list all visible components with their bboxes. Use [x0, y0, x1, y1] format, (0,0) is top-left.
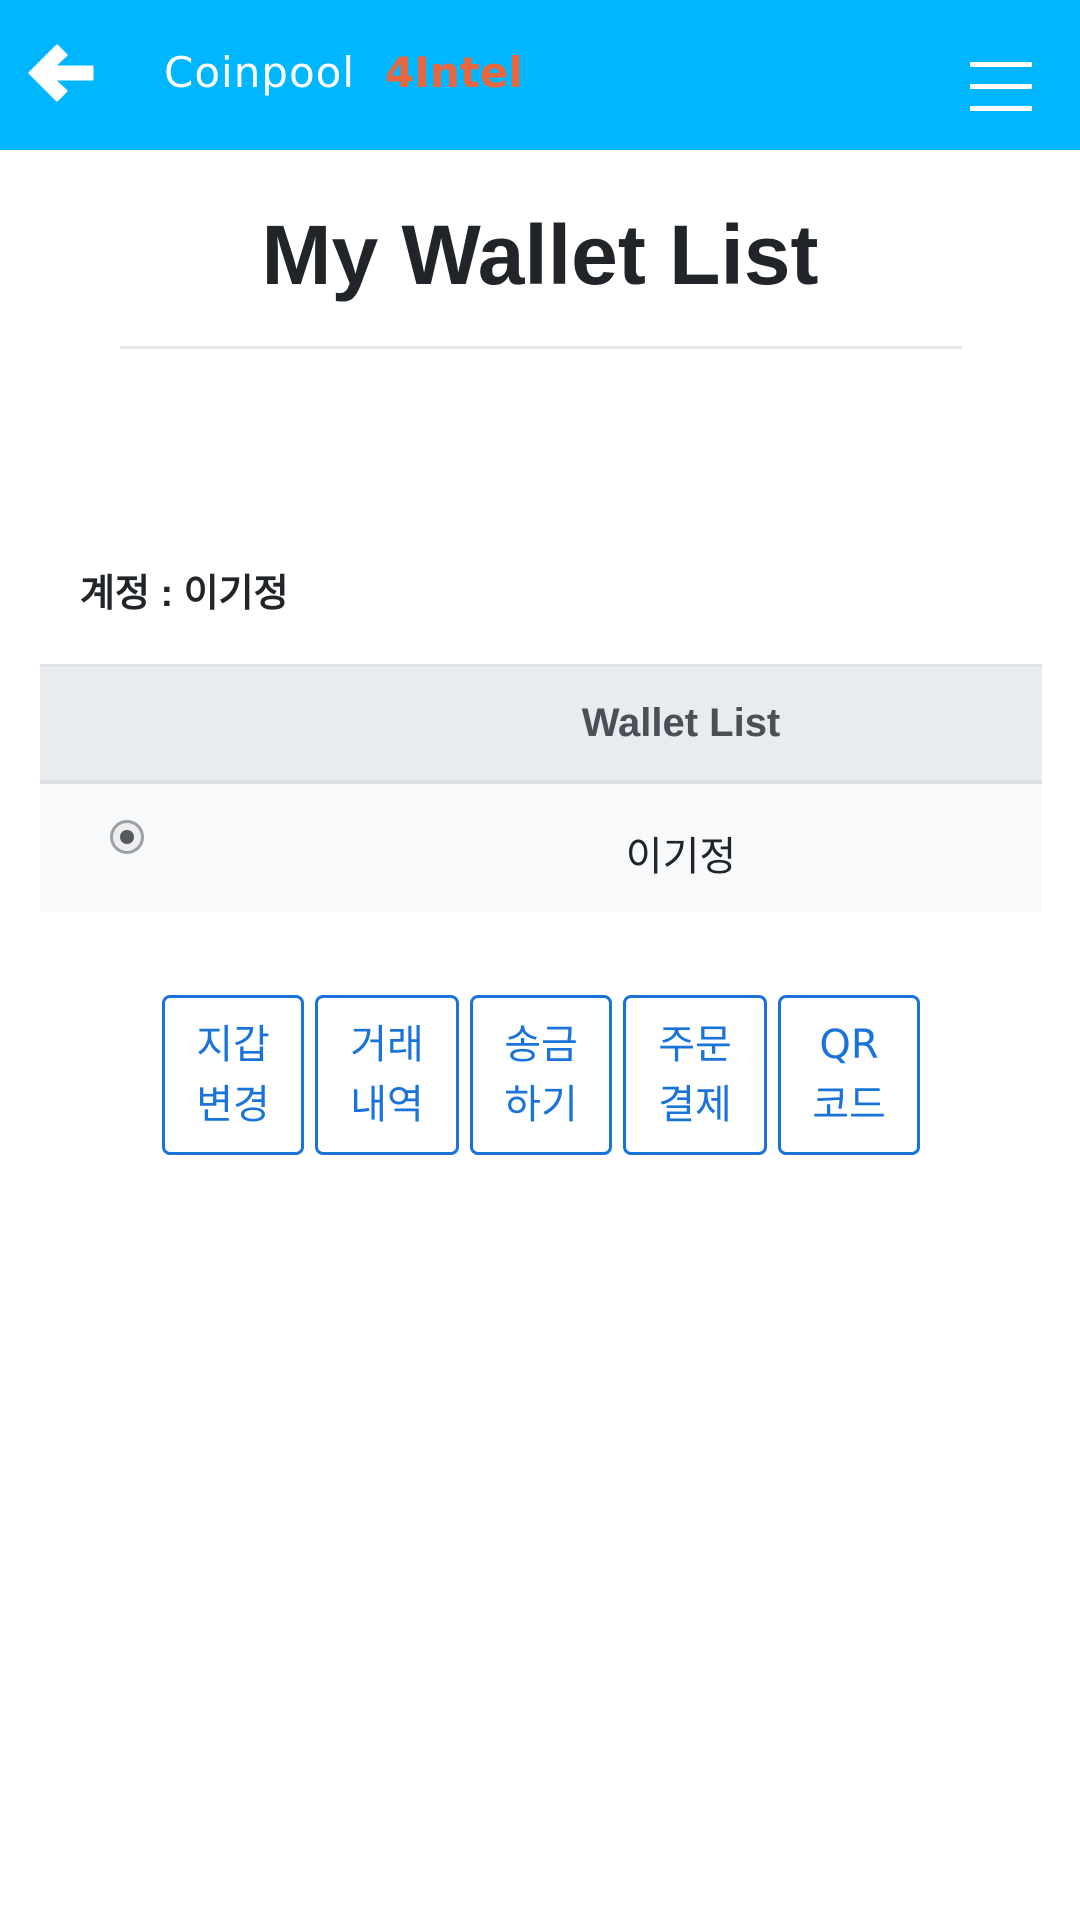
back-button[interactable]: [26, 42, 96, 104]
page-title: My Wallet List: [261, 208, 819, 302]
table-row[interactable]: 이기정: [40, 784, 1042, 912]
account-label: 계정 : 이기정: [80, 573, 289, 615]
change-wallet-button[interactable]: 지갑 변경: [162, 995, 304, 1155]
table-header: Wallet List: [40, 664, 1042, 784]
send-money-label: 송금 하기: [504, 1022, 578, 1128]
transaction-history-button[interactable]: 거래 내역: [315, 995, 459, 1155]
wallet-list-column-header: Wallet List: [581, 701, 781, 745]
change-wallet-label: 지갑 변경: [196, 1022, 270, 1128]
brand-logo: Coinpool 4Intel: [164, 48, 523, 100]
send-money-button[interactable]: 송금 하기: [470, 995, 612, 1155]
order-payment-label: 주문 결제: [658, 1022, 732, 1128]
app-tag: 4Intel: [385, 48, 523, 97]
wallet-table: Wallet List 이기정: [40, 664, 1042, 912]
qr-code-button[interactable]: QR 코드: [778, 995, 920, 1155]
wallet-name: 이기정: [625, 835, 737, 879]
app-name: Coinpool: [164, 48, 356, 97]
order-payment-button[interactable]: 주문 결제: [623, 995, 767, 1155]
menu-button[interactable]: [970, 58, 1034, 114]
arrow-left-icon: [28, 44, 94, 102]
qr-code-label: QR 코드: [812, 1022, 886, 1128]
transaction-history-label: 거래 내역: [350, 1022, 424, 1128]
title-divider: [120, 346, 962, 349]
top-app-bar: Coinpool 4Intel: [0, 0, 1080, 150]
